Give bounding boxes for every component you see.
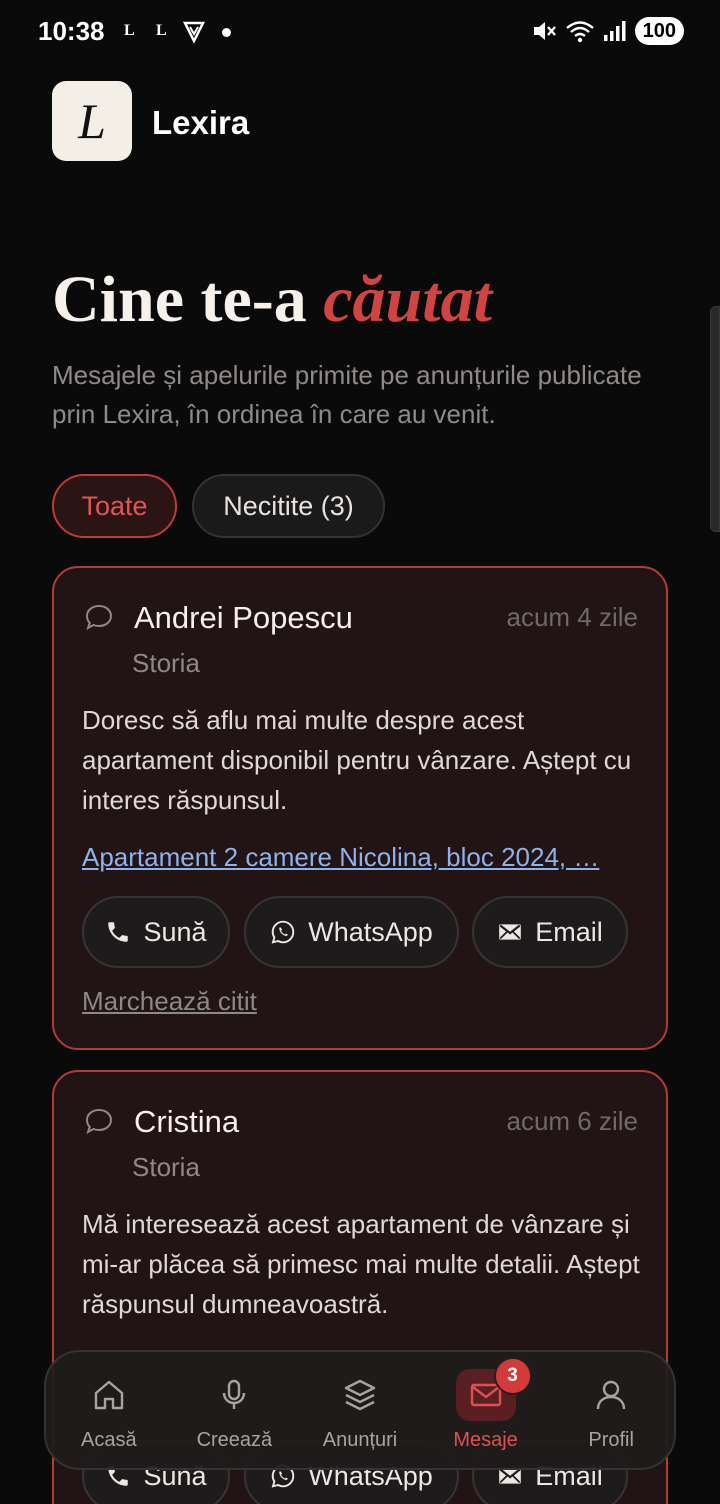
sender-name: Cristina xyxy=(134,1104,240,1139)
nav-profile-label: Profil xyxy=(588,1428,634,1451)
call-label: Sună xyxy=(143,916,207,947)
status-bar: 10:38 L L 100 xyxy=(0,0,720,64)
nav-messages-label: Mesaje xyxy=(453,1428,518,1451)
nav-profile[interactable]: Profil xyxy=(555,1369,667,1452)
status-time: 10:38 xyxy=(38,16,105,46)
message-card[interactable]: Andrei Popescu acum 4 zile Storia Doresc… xyxy=(52,566,668,1050)
page-subtitle: Mesajele și apelurile primite pe anunțur… xyxy=(52,360,642,429)
filter-unread-button[interactable]: Necitite (3) xyxy=(192,474,385,538)
home-icon xyxy=(94,1380,123,1409)
whatsapp-button[interactable]: WhatsApp xyxy=(244,896,459,968)
layers-icon xyxy=(344,1379,376,1410)
sender-name: Andrei Popescu xyxy=(134,600,353,635)
notification-icon: L xyxy=(156,22,167,39)
battery-indicator: 100 xyxy=(634,17,684,45)
email-button[interactable]: Email xyxy=(472,896,628,968)
call-button[interactable]: Sună xyxy=(82,896,230,968)
whatsapp-icon xyxy=(271,920,295,944)
phone-icon xyxy=(108,922,129,942)
email-label: Email xyxy=(535,916,603,947)
bottom-navigation: Acasă Creează Anunțuri 3 Mesaje Profil xyxy=(44,1350,676,1470)
scrollbar[interactable] xyxy=(710,306,720,532)
message-source: Storia xyxy=(132,1152,200,1182)
user-icon xyxy=(596,1380,626,1409)
wifi-icon xyxy=(565,21,594,43)
page-title: Cine te-a căutat xyxy=(52,262,492,338)
nav-listings-label: Anunțuri xyxy=(322,1428,398,1451)
app-name: Lexira xyxy=(152,104,250,141)
signal-icon xyxy=(603,21,626,41)
notification-dot xyxy=(222,28,231,37)
message-time: acum 4 zile xyxy=(506,602,639,632)
app-logo: L xyxy=(52,81,132,161)
notification-icon: L xyxy=(124,22,135,39)
page-title-main: Cine te-a xyxy=(52,263,324,336)
mark-read-link[interactable]: Marchează citit xyxy=(82,986,257,1017)
unread-count-badge: 3 xyxy=(493,1356,532,1395)
page-title-accent: căutat xyxy=(323,263,492,336)
nav-listings[interactable]: Anunțuri xyxy=(304,1369,416,1452)
mute-icon xyxy=(533,22,556,40)
nav-messages[interactable]: 3 Mesaje xyxy=(430,1356,542,1452)
message-source: Storia xyxy=(132,648,200,678)
nav-home-label: Acasă xyxy=(81,1428,137,1451)
chat-bubble-icon xyxy=(85,1108,113,1135)
mail-icon xyxy=(499,924,522,940)
listing-link[interactable]: Apartament 2 camere Nicolina, bloc 2024,… xyxy=(82,842,630,873)
message-body: Mă interesează acest apartament de vânza… xyxy=(82,1209,640,1319)
nav-home[interactable]: Acasă xyxy=(53,1369,165,1452)
nav-create[interactable]: Creează xyxy=(178,1369,290,1452)
nav-create-label: Creează xyxy=(196,1428,273,1451)
chat-bubble-icon xyxy=(85,604,113,631)
whatsapp-label: WhatsApp xyxy=(308,916,433,947)
filter-all-button[interactable]: Toate xyxy=(52,474,177,538)
message-time: acum 6 zile xyxy=(506,1106,639,1136)
microphone-icon xyxy=(223,1379,246,1409)
shield-icon xyxy=(182,21,206,44)
message-body: Doresc să aflu mai multe despre acest ap… xyxy=(82,705,632,815)
